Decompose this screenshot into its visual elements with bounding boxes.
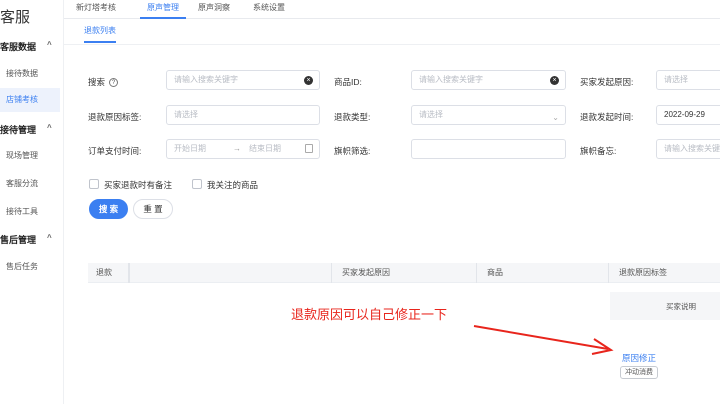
search-input[interactable]: 请输入搜索关键字 ×: [166, 70, 320, 90]
product-id-input[interactable]: 请输入搜索关键字 ×: [411, 70, 566, 90]
table-subheader: 买家说明: [610, 292, 720, 320]
sidebar-group-label: 售后管理: [0, 235, 37, 245]
chevron-down-icon: ⌄: [552, 113, 559, 122]
buyer-reason-select[interactable]: 请选择: [656, 70, 720, 90]
sidebar-group-label: 客服数据: [0, 42, 37, 52]
pay-time-label: 订单支付时间:: [88, 146, 142, 156]
clear-icon[interactable]: ×: [550, 76, 559, 85]
column-header-refund-tag: 退款原因标签: [608, 263, 667, 283]
refund-time-label: 退款发起时间:: [580, 112, 634, 122]
pay-time-range-picker[interactable]: 开始日期 → 结束日期: [166, 139, 320, 159]
column-header-product: 商品: [476, 263, 503, 283]
buyer-reason-label: 买家发起原因:: [580, 77, 634, 87]
column-header-buyer-reason: 买家发起原因: [331, 263, 390, 283]
sub-tab-bar: 退款列表: [64, 19, 720, 45]
reset-button[interactable]: 重 置: [133, 199, 173, 219]
brand-title: 客服: [0, 9, 31, 26]
annotation-text: 退款原因可以自己修正一下: [291, 307, 448, 322]
refund-tag-select[interactable]: 请选择: [166, 105, 320, 125]
sidebar-item-reception-tools[interactable]: 接待工具: [0, 200, 60, 224]
column-divider: [128, 263, 130, 283]
flag-filter-label: 旗帜筛选:: [334, 146, 371, 156]
refund-type-select[interactable]: 请选择 ⌄: [411, 105, 566, 125]
search-label: 搜索?: [88, 76, 119, 88]
sidebar-group-label: 接待管理: [0, 125, 37, 135]
sidebar-group-reception-management[interactable]: 接待管理 ^: [0, 123, 52, 136]
sidebar: 客服 客服数据 ^ 接待数据 店铺考核 接待管理 ^ 现场管理 客服分流 接待工…: [0, 0, 64, 404]
flag-filter-input[interactable]: [411, 139, 566, 159]
refund-tag-badge: 冲动消费: [620, 366, 658, 379]
subheader-label: 买家说明: [666, 302, 696, 311]
sidebar-group-service-data[interactable]: 客服数据 ^: [0, 40, 52, 53]
flag-note-input[interactable]: 请输入搜索关键字: [656, 139, 720, 159]
sidebar-item-service-routing[interactable]: 客服分流: [0, 172, 60, 196]
tab-lighthouse-assessment[interactable]: 新灯塔考核: [76, 0, 116, 19]
followed-products-checkbox-label: 我关注的商品: [207, 180, 259, 190]
tab-refund-list[interactable]: 退款列表: [84, 25, 116, 43]
tab-voice-management[interactable]: 原声管理: [140, 0, 186, 19]
buyer-note-checkbox[interactable]: [89, 179, 99, 189]
sidebar-group-after-sales[interactable]: 售后管理 ^: [0, 233, 52, 246]
sidebar-item-shop-assessment[interactable]: 店铺考核: [0, 88, 60, 112]
calendar-icon: [305, 144, 313, 153]
followed-products-checkbox[interactable]: [192, 179, 202, 189]
clear-icon[interactable]: ×: [304, 76, 313, 85]
chevron-up-icon: ^: [47, 40, 52, 49]
range-arrow-icon: →: [233, 144, 241, 153]
sidebar-item-site-management[interactable]: 现场管理: [0, 144, 60, 168]
refund-type-label: 退款类型:: [334, 112, 371, 122]
help-icon[interactable]: ?: [109, 78, 119, 87]
tab-system-settings[interactable]: 系统设置: [253, 0, 285, 19]
sidebar-item-after-sales-tasks[interactable]: 售后任务: [0, 255, 60, 279]
flag-note-label: 旗帜备忘:: [580, 146, 617, 156]
tab-voice-insight[interactable]: 原声洞察: [198, 0, 230, 19]
top-tab-bar: 新灯塔考核 原声管理 原声洞察 系统设置: [64, 0, 720, 19]
table-header: 退款 买家发起原因 商品 退款原因标签: [88, 263, 720, 283]
reason-correction-link[interactable]: 原因修正: [622, 352, 656, 364]
refund-time-picker[interactable]: 2022-09-29: [656, 105, 720, 125]
sidebar-item-reception-data[interactable]: 接待数据: [0, 62, 60, 86]
app-window: 客服 客服数据 ^ 接待数据 店铺考核 接待管理 ^ 现场管理 客服分流 接待工…: [0, 0, 720, 404]
chevron-up-icon: ^: [47, 233, 52, 242]
search-button[interactable]: 搜 索: [89, 199, 128, 219]
buyer-note-checkbox-label: 买家退款时有备注: [104, 180, 173, 190]
column-header-refund: 退款: [96, 268, 112, 277]
chevron-up-icon: ^: [47, 123, 52, 132]
annotation-arrow-icon: [473, 325, 614, 355]
refund-tag-label: 退款原因标签:: [88, 112, 142, 122]
product-id-label: 商品ID:: [334, 77, 362, 87]
